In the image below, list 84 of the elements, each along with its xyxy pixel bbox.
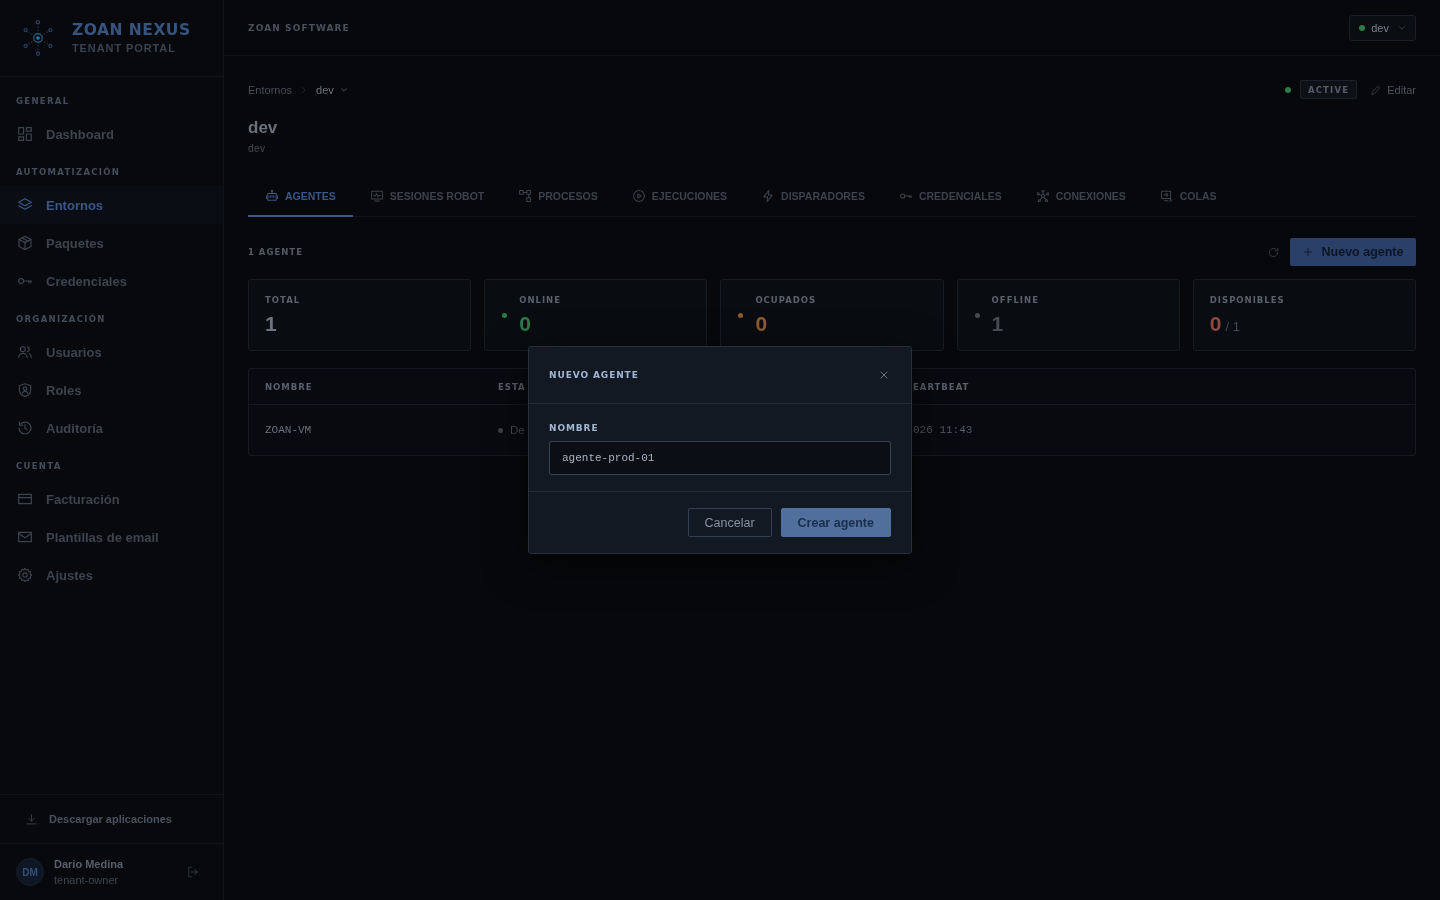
- stat-total: / 1: [1225, 319, 1240, 334]
- tab[interactable]: DISPARADORES: [744, 176, 882, 217]
- chevron-down-icon: [1398, 23, 1406, 32]
- lightning-icon: [762, 189, 775, 202]
- tab[interactable]: PROCESOS: [501, 176, 615, 217]
- shield-user-icon: [18, 383, 32, 397]
- mail-icon: [18, 530, 32, 544]
- create-agent-button[interactable]: Crear agente: [780, 508, 891, 537]
- sidebar-item[interactable]: Dashboard: [0, 115, 223, 153]
- table-cell: De: [510, 424, 525, 436]
- close-icon: [879, 370, 889, 380]
- stat-value: 1: [991, 312, 1005, 336]
- brand-subtitle: TENANT PORTAL: [72, 42, 177, 55]
- plus-icon: [1302, 247, 1313, 257]
- sidebar-item[interactable]: Usuarios: [0, 333, 223, 371]
- sidebar-item[interactable]: Facturación: [0, 480, 223, 518]
- user-role: tenant-owner: [54, 873, 120, 887]
- stat-label: OFFLINE: [991, 294, 1039, 306]
- stat-value: 0: [519, 312, 532, 336]
- sidebar-item[interactable]: Ajustes: [0, 556, 223, 594]
- network-icon: [1036, 189, 1049, 202]
- sidebar-item[interactable]: Paquetes: [0, 224, 223, 262]
- sidebar-item[interactable]: Entornos: [0, 186, 223, 224]
- sidebar-item[interactable]: Credenciales: [0, 262, 223, 300]
- new-agent-button[interactable]: Nuevo agente: [1290, 238, 1416, 266]
- stat-value: 0: [1209, 312, 1222, 336]
- tab[interactable]: EJECUCIONES: [614, 176, 745, 217]
- cancel-button[interactable]: Cancelar: [687, 508, 772, 537]
- stat-value: 0: [755, 312, 769, 336]
- stat-value: 1: [265, 312, 278, 336]
- column-header: NOMBRE: [265, 381, 313, 392]
- sidebar-item[interactable]: Auditoría: [0, 409, 223, 447]
- tab[interactable]: COLAS: [1142, 176, 1234, 217]
- tab[interactable]: SESIONES ROBOT: [352, 176, 502, 217]
- name-input[interactable]: agente-prod-01: [549, 441, 891, 475]
- monitor-activity-icon: [370, 189, 383, 202]
- pencil-icon: [1371, 84, 1382, 95]
- table-cell: ZOAN-VM: [265, 424, 312, 436]
- modal-title: NUEVO AGENTE: [549, 370, 639, 380]
- edit-button[interactable]: Editar: [1371, 83, 1416, 96]
- section-heading: AUTOMATIZACIÓN: [16, 167, 121, 177]
- refresh-icon[interactable]: [1268, 246, 1279, 258]
- breadcrumb-dropdown[interactable]: dev: [316, 83, 348, 96]
- column-header: ESTA: [498, 381, 526, 392]
- section-heading: ORGANIZACIÓN: [16, 314, 106, 324]
- box-icon: [18, 236, 32, 250]
- stat-label: OCUPADOS: [755, 294, 817, 306]
- tab[interactable]: AGENTES: [248, 176, 353, 217]
- history-icon: [18, 421, 32, 435]
- chevron-right-icon: [300, 85, 309, 94]
- layout-grid-icon: [18, 127, 32, 141]
- user-avatar: DM: [16, 858, 44, 886]
- brand-name: ZOAN NEXUS: [72, 21, 191, 39]
- play-circle-icon: [632, 189, 645, 202]
- tab[interactable]: CREDENCIALES: [881, 176, 1019, 217]
- users-icon: [18, 345, 32, 359]
- workflow-icon: [519, 189, 532, 202]
- sidebar-item[interactable]: Roles: [0, 371, 223, 409]
- tab[interactable]: CONEXIONES: [1018, 176, 1143, 217]
- column-header: EARTBEAT: [913, 381, 970, 392]
- download-icon: [26, 813, 37, 825]
- breadcrumb-link[interactable]: Entornos: [248, 83, 293, 96]
- stat-label: TOTAL: [265, 294, 301, 306]
- gear-icon: [18, 568, 32, 582]
- field-label: NOMBRE: [549, 422, 600, 434]
- download-link[interactable]: Descargar aplicaciones: [26, 813, 172, 825]
- stat-label: DISPONIBLES: [1209, 294, 1285, 306]
- section-heading: CUENTA: [16, 461, 62, 471]
- section-heading: GENERAL: [16, 96, 70, 106]
- table-cell: 026 11:43: [913, 424, 973, 436]
- status-badge: ACTIVE: [1299, 80, 1358, 99]
- user-name: Dario Medina: [54, 857, 124, 871]
- agent-count: 1 AGENTE: [248, 247, 303, 257]
- layers-icon: [18, 198, 32, 212]
- page-subtitle: dev: [248, 143, 266, 155]
- logout-icon[interactable]: [187, 866, 199, 878]
- sidebar-item[interactable]: Plantillas de email: [0, 518, 223, 556]
- organization-name: ZOAN SOFTWARE: [248, 22, 350, 33]
- environment-selector[interactable]: dev: [1349, 14, 1416, 41]
- stat-label: ONLINE: [519, 294, 562, 306]
- credit-card-icon: [18, 492, 32, 506]
- robot-icon: [266, 189, 278, 202]
- chevron-down-icon: [339, 85, 348, 94]
- page-title: dev: [248, 118, 279, 138]
